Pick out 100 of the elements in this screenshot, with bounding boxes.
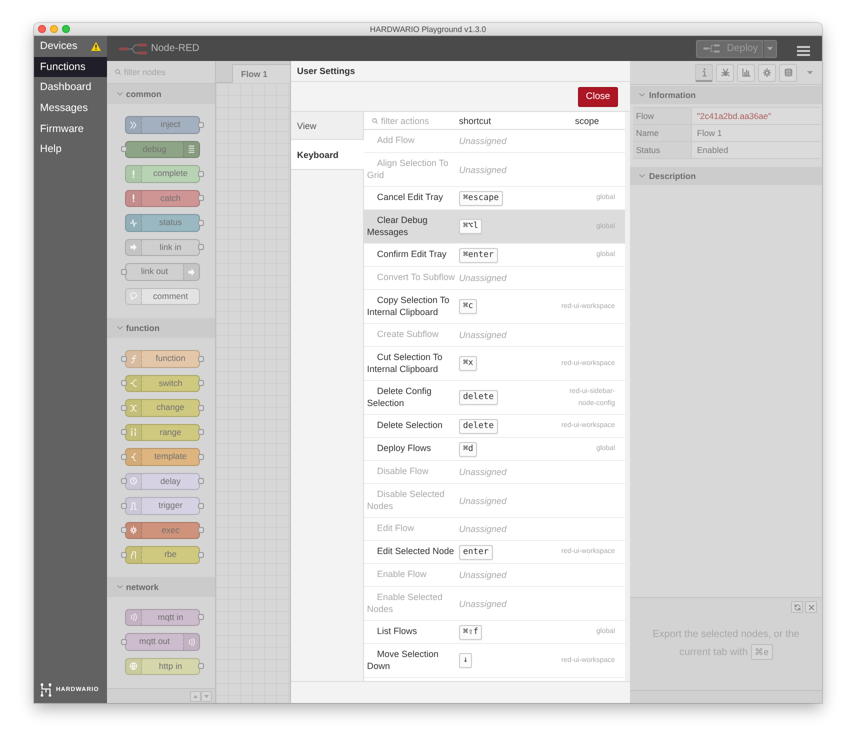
palette-node[interactable]: mqtt out xyxy=(125,633,200,650)
palette-node[interactable]: template xyxy=(125,448,200,466)
minimize-window-button[interactable] xyxy=(50,25,58,33)
unassigned-label: Unassigned xyxy=(459,273,507,283)
palette-node[interactable]: link in xyxy=(125,238,200,256)
zoom-window-button[interactable] xyxy=(62,25,70,33)
input-port[interactable] xyxy=(121,502,127,509)
palette-node[interactable]: status xyxy=(125,214,200,232)
output-port[interactable] xyxy=(198,429,204,436)
palette-node[interactable]: comment xyxy=(125,288,200,305)
nav-item[interactable]: Messages xyxy=(34,98,107,118)
action-label: Add Flow xyxy=(376,134,416,148)
deploy-menu-button[interactable] xyxy=(763,40,777,58)
palette-node[interactable]: rbe xyxy=(125,546,200,564)
sidebar-tab[interactable] xyxy=(695,64,713,82)
app-name: Node-RED xyxy=(151,43,200,54)
flow-tab[interactable]: Flow 1 xyxy=(232,64,290,83)
output-port[interactable] xyxy=(198,404,204,411)
unassigned-label: Unassigned xyxy=(459,330,507,340)
output-port[interactable] xyxy=(198,380,204,386)
output-port[interactable] xyxy=(198,195,204,202)
shortcut-row[interactable]: Create Subflow Unassigned xyxy=(364,324,625,347)
palette-node[interactable]: exec xyxy=(125,522,200,539)
palette-node[interactable]: mqtt in xyxy=(125,608,200,626)
close-button[interactable] xyxy=(805,601,817,613)
category-header[interactable]: common xyxy=(107,84,215,104)
palette-node[interactable]: catch xyxy=(125,190,200,207)
bar-chart-icon xyxy=(742,68,750,77)
input-port[interactable] xyxy=(121,552,127,558)
sidebar-tab[interactable] xyxy=(758,64,776,82)
shortcut-row[interactable]: Disable Selected Nodes Unassigned xyxy=(364,484,625,518)
nav-item[interactable]: Dashboard xyxy=(34,77,107,98)
shortcut-row[interactable]: Align Selection To Grid Unassigned xyxy=(364,153,625,187)
output-port[interactable] xyxy=(198,502,204,509)
output-port[interactable] xyxy=(198,614,204,620)
palette-node[interactable]: complete xyxy=(125,165,200,182)
category-header[interactable]: function xyxy=(107,318,215,338)
scroll-down-button[interactable] xyxy=(201,690,212,702)
shortcut-row[interactable]: Edit Flow Unassigned xyxy=(364,518,625,541)
exclamation-icon xyxy=(130,170,137,178)
output-port[interactable] xyxy=(198,170,204,177)
palette-node[interactable]: function xyxy=(125,350,200,368)
output-port[interactable] xyxy=(198,478,204,484)
output-port[interactable] xyxy=(198,244,204,250)
input-port[interactable] xyxy=(121,454,127,460)
input-port[interactable] xyxy=(121,638,127,645)
category-header[interactable]: network xyxy=(107,576,215,596)
palette-node[interactable]: switch xyxy=(125,374,200,392)
section-header[interactable]: Description xyxy=(630,167,822,185)
close-window-button[interactable] xyxy=(38,25,46,33)
sidebar-tab[interactable] xyxy=(737,64,755,82)
input-port[interactable] xyxy=(121,527,127,534)
refresh-button[interactable] xyxy=(791,601,803,613)
shortcut-row[interactable]: Disable Flow Unassigned xyxy=(364,461,625,484)
palette-node[interactable]: trigger xyxy=(125,497,200,514)
action-label: Deploy Flows xyxy=(376,442,432,456)
circuit-logo-icon xyxy=(40,683,52,697)
sidebar-tab[interactable] xyxy=(779,64,797,82)
input-port[interactable] xyxy=(121,429,127,436)
settings-tab[interactable]: View xyxy=(291,112,363,140)
output-port[interactable] xyxy=(198,663,204,670)
output-port[interactable] xyxy=(198,356,204,362)
nav-item[interactable]: Help xyxy=(34,138,107,160)
shortcut-row[interactable]: Convert To Subflow Unassigned xyxy=(364,267,625,290)
shortcut-row[interactable]: Add Flow Unassigned xyxy=(364,130,625,153)
nav-item[interactable]: Devices xyxy=(34,36,107,57)
input-port[interactable] xyxy=(121,404,127,411)
section-header[interactable]: Information xyxy=(630,86,822,104)
sidebar-tab[interactable] xyxy=(716,64,734,82)
caret-down-icon xyxy=(767,46,773,50)
settings-tab[interactable]: Keyboard xyxy=(291,140,364,170)
input-port[interactable] xyxy=(121,268,127,275)
output-port[interactable] xyxy=(198,552,204,558)
palette-node[interactable]: link out xyxy=(125,263,200,280)
palette-node[interactable]: change xyxy=(125,399,200,416)
palette-node[interactable]: delay xyxy=(125,472,200,490)
output-port[interactable] xyxy=(198,454,204,460)
input-port[interactable] xyxy=(121,478,127,484)
unassigned-label: Unassigned xyxy=(459,467,507,477)
output-port[interactable] xyxy=(198,527,204,534)
input-port[interactable] xyxy=(121,380,127,386)
shortcut-row[interactable]: Enable Selected Nodes Unassigned xyxy=(364,587,625,621)
output-port[interactable] xyxy=(198,220,204,226)
key-shortcut: enter xyxy=(459,544,493,560)
palette-node[interactable]: inject xyxy=(125,116,200,134)
scroll-up-button[interactable] xyxy=(190,690,201,702)
shortcut-row[interactable]: Enable Flow Unassigned xyxy=(364,564,625,587)
nav-item[interactable]: Firmware xyxy=(34,118,107,139)
output-port[interactable] xyxy=(198,122,204,128)
filter-field[interactable]: filter actions xyxy=(381,116,459,126)
close-button[interactable]: Close xyxy=(578,86,618,106)
column-header: shortcut xyxy=(459,116,492,126)
nav-item[interactable]: Functions xyxy=(34,56,107,78)
action-label: Cancel Edit Tray xyxy=(376,191,444,204)
input-port[interactable] xyxy=(121,146,127,152)
palette-node[interactable]: http in xyxy=(125,658,200,675)
property-name: Status xyxy=(633,142,692,158)
menu-button[interactable] xyxy=(797,44,810,54)
palette-node[interactable]: range xyxy=(125,424,200,441)
input-port[interactable] xyxy=(121,356,127,362)
